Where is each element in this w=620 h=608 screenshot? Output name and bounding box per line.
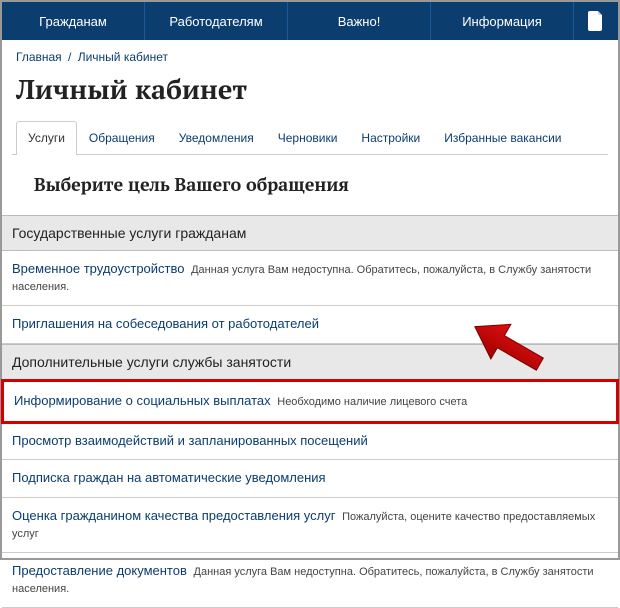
- service-invitations: Приглашения на собеседования от работода…: [2, 306, 618, 344]
- tab-drafts[interactable]: Черновики: [266, 121, 350, 154]
- breadcrumb-separator: /: [68, 50, 71, 64]
- nav-information[interactable]: Информация: [431, 2, 574, 40]
- service-note: Необходимо наличие лицевого счета: [277, 396, 467, 408]
- section-header-additional: Дополнительные услуги службы занятости: [2, 344, 618, 380]
- tab-favorites[interactable]: Избранные вакансии: [432, 121, 573, 154]
- service-link[interactable]: Информирование о социальных выплатах: [14, 393, 271, 408]
- service-link[interactable]: Подписка граждан на автоматические уведо…: [12, 470, 326, 485]
- top-nav: Гражданам Работодателям Важно! Информаци…: [2, 2, 618, 40]
- tab-notifications[interactable]: Уведомления: [167, 121, 266, 154]
- subtitle: Выберите цель Вашего обращения: [2, 155, 618, 215]
- service-link[interactable]: Просмотр взаимодействий и запланированны…: [12, 433, 368, 448]
- breadcrumb-current[interactable]: Личный кабинет: [78, 50, 168, 64]
- section-header-gov: Государственные услуги гражданам: [2, 215, 618, 251]
- page-title: Личный кабинет: [2, 69, 618, 121]
- service-link[interactable]: Предоставление документов: [12, 563, 187, 578]
- nav-employers[interactable]: Работодателям: [145, 2, 288, 40]
- nav-important[interactable]: Важно!: [288, 2, 431, 40]
- service-link[interactable]: Временное трудоустройство: [12, 261, 184, 276]
- tab-settings[interactable]: Настройки: [349, 121, 432, 154]
- tab-services[interactable]: Услуги: [16, 121, 77, 154]
- service-quality-assessment: Оценка гражданином качества предоставлен…: [2, 498, 618, 553]
- service-link[interactable]: Приглашения на собеседования от работода…: [12, 316, 319, 331]
- service-interactions: Просмотр взаимодействий и запланированны…: [2, 423, 618, 461]
- service-social-payments: Информирование о социальных выплатах Нео…: [1, 379, 619, 424]
- breadcrumb-home[interactable]: Главная: [16, 50, 62, 64]
- service-temp-employment: Временное трудоустройство Данная услуга …: [2, 251, 618, 306]
- service-documents: Предоставление документов Данная услуга …: [2, 553, 618, 608]
- tab-appeals[interactable]: Обращения: [77, 121, 167, 154]
- tabs: Услуги Обращения Уведомления Черновики Н…: [12, 121, 608, 155]
- document-icon: [588, 11, 604, 31]
- breadcrumb: Главная / Личный кабинет: [2, 40, 618, 69]
- service-subscription: Подписка граждан на автоматические уведо…: [2, 460, 618, 498]
- service-link[interactable]: Оценка гражданином качества предоставлен…: [12, 508, 336, 523]
- nav-citizens[interactable]: Гражданам: [2, 2, 145, 40]
- nav-document-icon[interactable]: [574, 2, 618, 40]
